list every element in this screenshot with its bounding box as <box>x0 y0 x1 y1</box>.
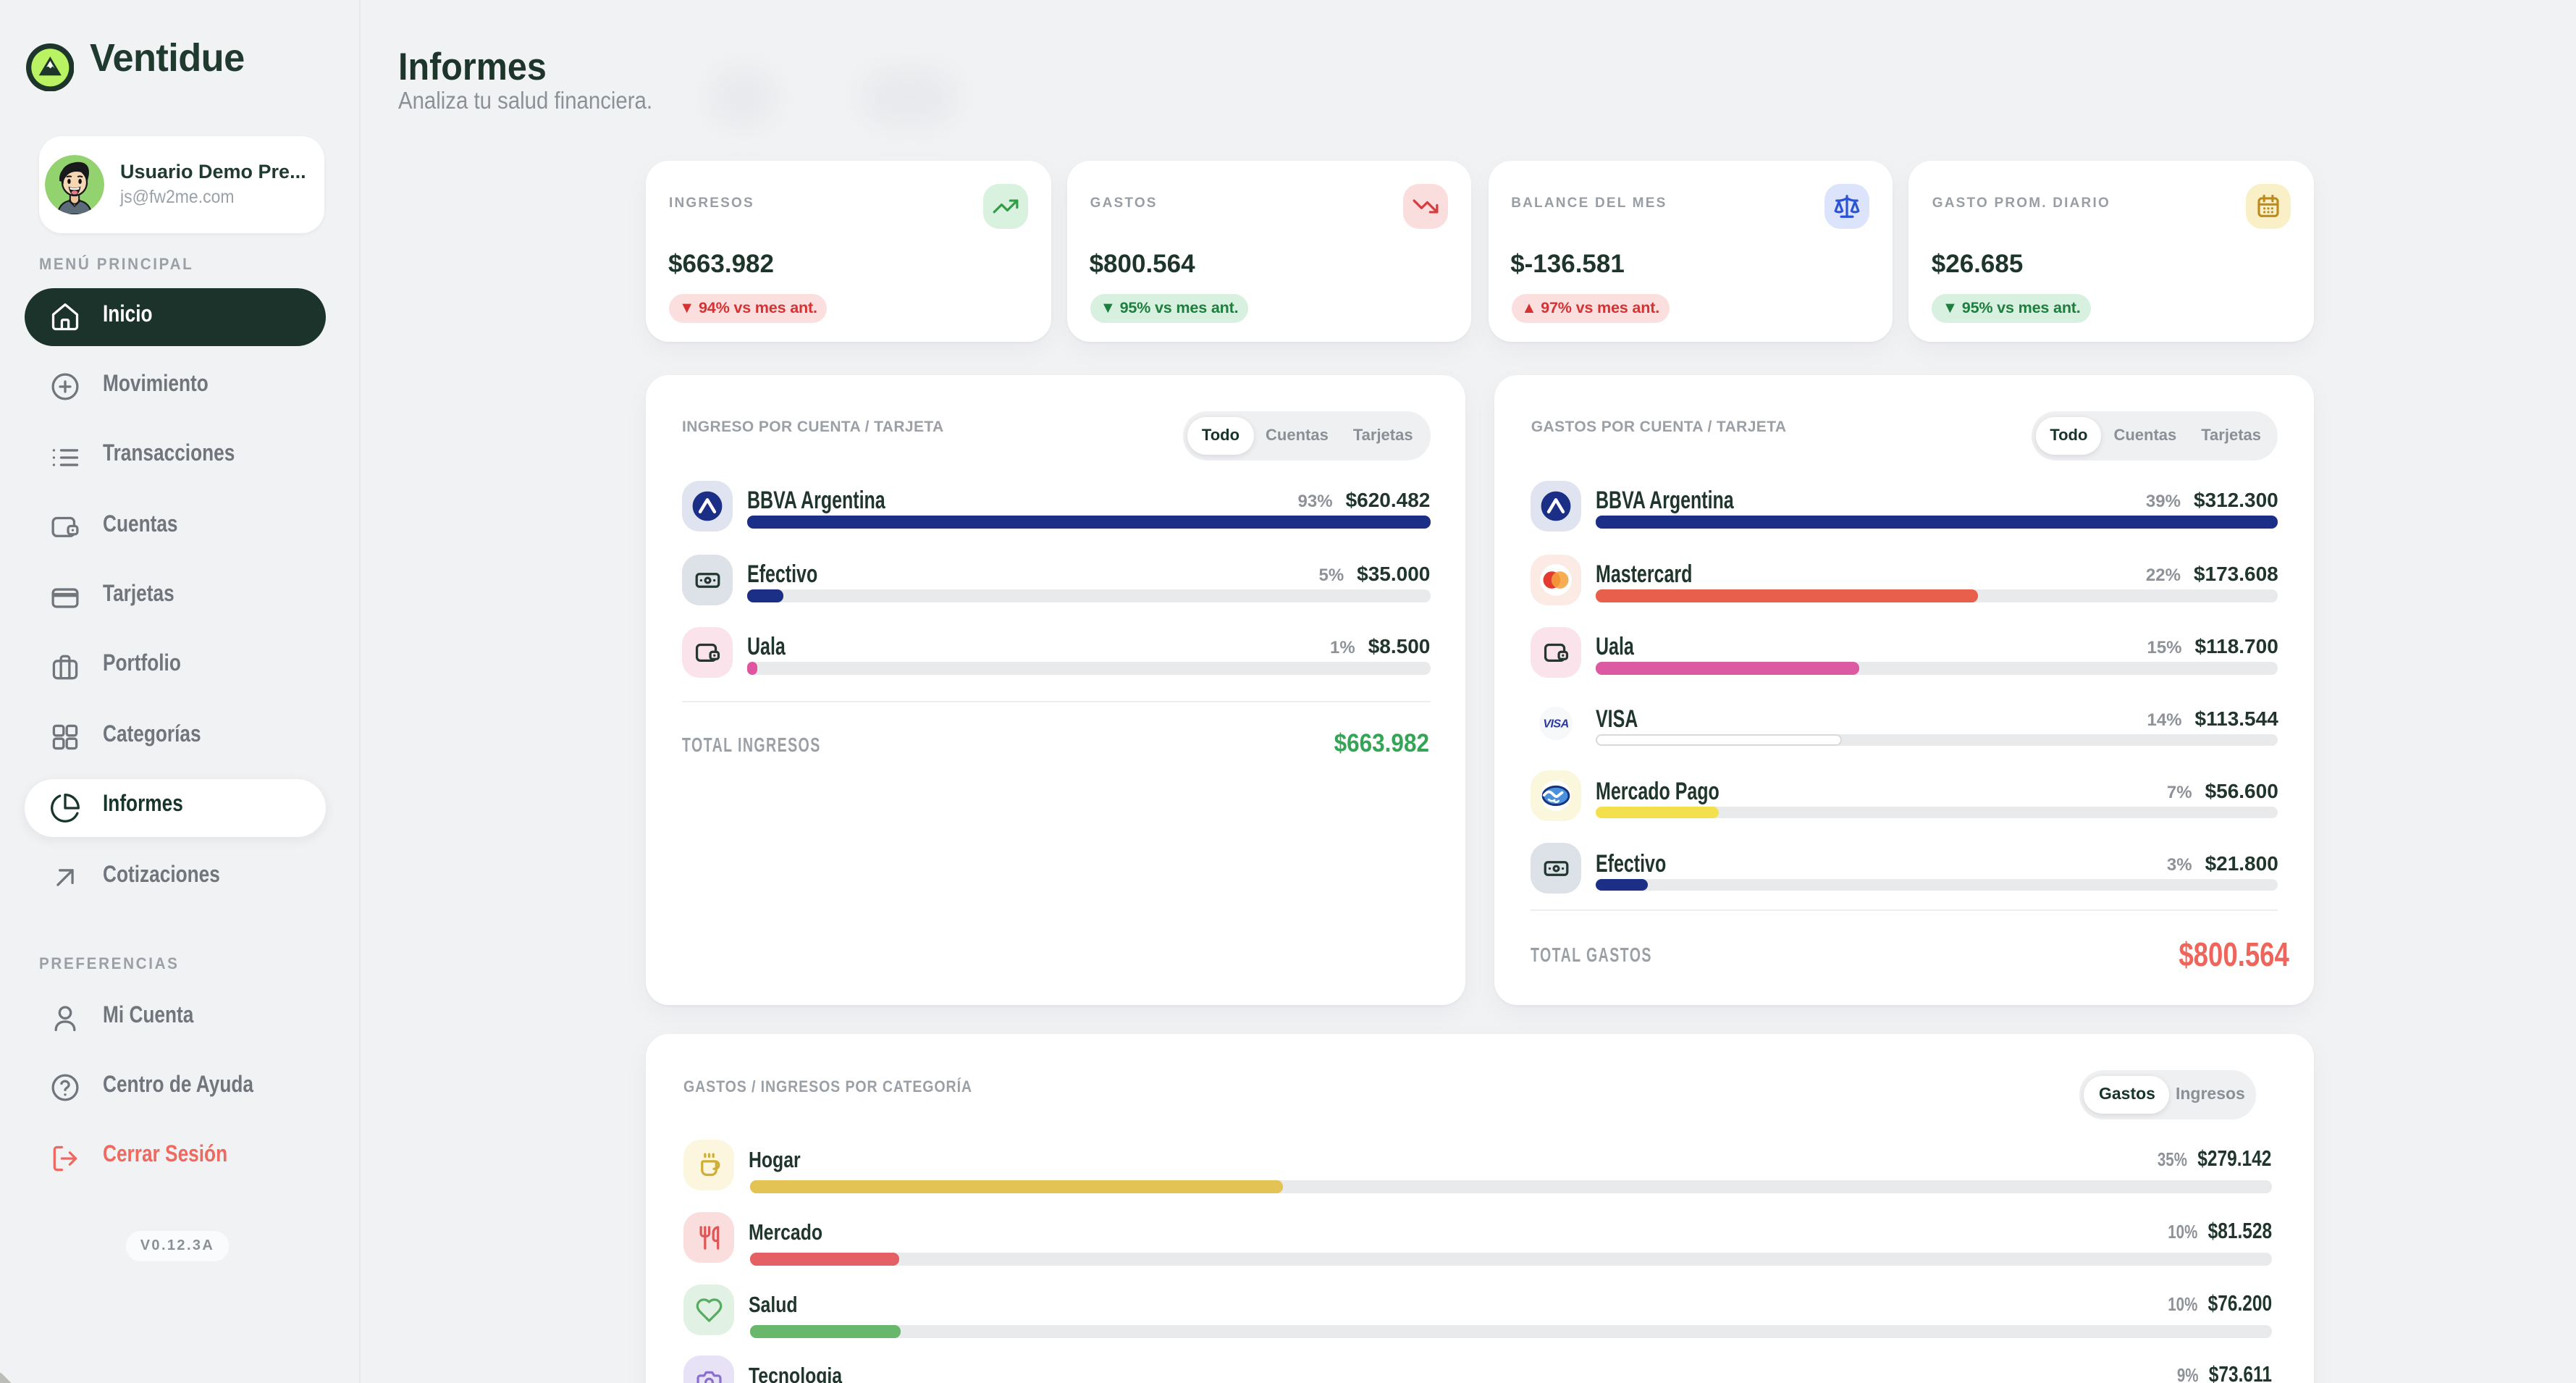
svg-text:VISA: VISA <box>1543 718 1568 731</box>
